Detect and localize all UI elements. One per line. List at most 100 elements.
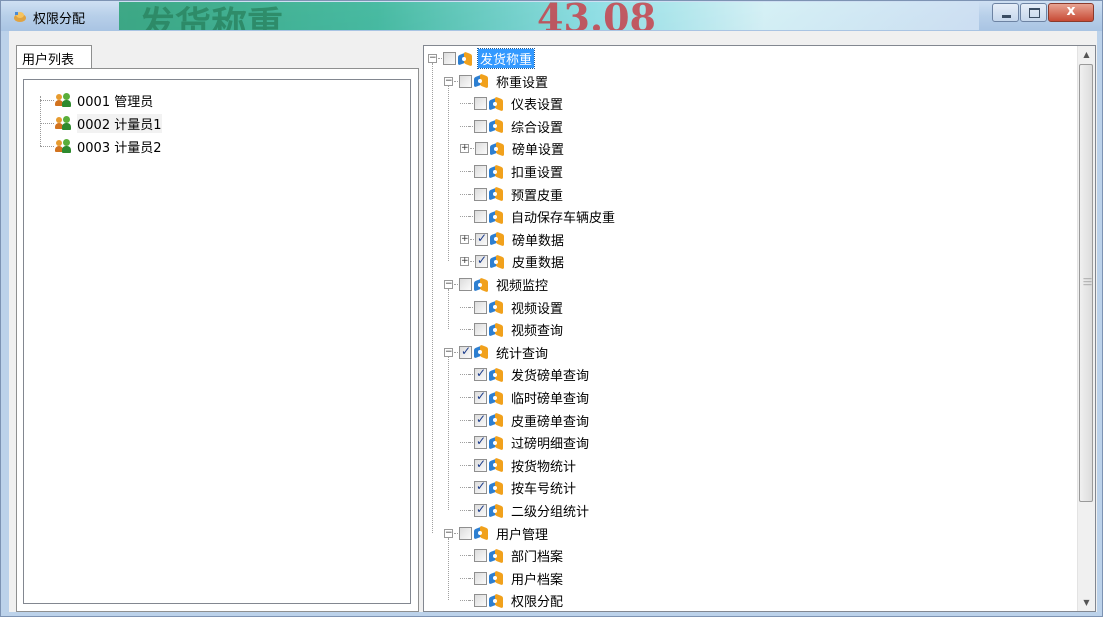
tree-node[interactable]: − 发货称重 <box>428 48 536 69</box>
permission-checkbox[interactable] <box>474 323 487 337</box>
permission-checkbox[interactable] <box>443 52 456 65</box>
user-item-label: 0001 管理员 <box>77 94 154 110</box>
module-icon <box>489 457 503 473</box>
permission-checkbox[interactable] <box>474 97 487 111</box>
collapse-icon[interactable]: − <box>444 347 453 357</box>
permission-checkbox[interactable] <box>459 278 472 291</box>
scroll-thumb[interactable]: — — — <box>1079 64 1093 502</box>
tree-line <box>470 261 474 263</box>
tree-node[interactable]: 自动保存车辆皮重 <box>460 206 617 227</box>
tree-node[interactable]: 视频设置 <box>460 297 565 318</box>
tree-node[interactable]: 扣重设置 <box>460 161 565 182</box>
tab-user-list[interactable]: 用户列表 <box>16 45 92 69</box>
expand-icon[interactable]: + <box>460 257 469 267</box>
module-icon <box>474 525 488 541</box>
permission-checkbox[interactable] <box>474 300 487 314</box>
tree-node[interactable]: + 磅单数据 <box>460 229 566 250</box>
tree-node[interactable]: + 皮重数据 <box>460 251 566 272</box>
permission-checkbox[interactable] <box>474 389 487 404</box>
tree-node[interactable]: 用户档案 <box>460 568 565 589</box>
user-tree[interactable]: 0001 管理员 0002 计量员1 0003 计量员2 <box>23 79 411 604</box>
expand-icon[interactable]: + <box>460 144 469 154</box>
collapse-icon[interactable]: − <box>444 76 453 86</box>
title-bar[interactable]: 发货称重 43.08 权限分配 x <box>1 1 1102 31</box>
tree-node[interactable]: 仪表设置 <box>460 93 565 114</box>
tree-line <box>460 193 469 195</box>
tree-node-label: 仪表设置 <box>511 98 564 114</box>
permission-checkbox[interactable] <box>475 142 488 156</box>
tree-line <box>40 145 54 147</box>
banner-right-text: 43.08 <box>537 2 656 30</box>
permission-checkbox[interactable] <box>474 594 487 608</box>
scroll-down-icon[interactable]: ▼ <box>1078 594 1095 611</box>
client-area: 用户列表 0001 管理员 0002 计量员1 0003 计量员2 − 发货称重 − 称重… <box>9 31 1097 612</box>
tree-node[interactable]: 综合设置 <box>460 116 565 137</box>
vertical-scrollbar[interactable]: ▲ — — — ▼ <box>1077 46 1095 611</box>
tree-node[interactable]: 权限分配 <box>460 590 565 611</box>
scroll-up-icon[interactable]: ▲ <box>1078 46 1095 63</box>
tree-node[interactable]: 按车号统计 <box>460 477 578 498</box>
tree-line <box>432 63 433 533</box>
user-item[interactable]: 0002 计量员1 <box>40 113 162 133</box>
user-panel: 用户列表 0001 管理员 0002 计量员1 0003 计量员2 <box>16 45 419 612</box>
permission-checkbox[interactable] <box>474 412 487 427</box>
permission-checkbox[interactable] <box>459 74 472 88</box>
permission-checkbox[interactable] <box>474 502 487 517</box>
tree-line <box>469 419 473 421</box>
tree-line <box>454 351 458 353</box>
permission-checkbox[interactable] <box>474 187 487 201</box>
permission-checkbox[interactable] <box>459 526 472 540</box>
permission-checkbox[interactable] <box>474 119 487 133</box>
tree-node[interactable]: 预置皮重 <box>460 184 565 205</box>
collapse-icon[interactable]: − <box>444 528 453 538</box>
tree-node[interactable]: 视频查询 <box>460 319 565 340</box>
tree-node[interactable]: 发货磅单查询 <box>460 364 591 385</box>
close-button[interactable]: x <box>1048 3 1094 22</box>
user-item[interactable]: 0001 管理员 <box>40 90 153 110</box>
module-icon <box>474 73 488 89</box>
tree-node-label: 按货物统计 <box>511 459 577 475</box>
permission-checkbox[interactable] <box>475 231 488 246</box>
tree-node-label: 磅单数据 <box>512 233 565 249</box>
permission-checkbox[interactable] <box>474 571 487 585</box>
tree-line <box>469 510 473 511</box>
permission-checkbox[interactable] <box>474 549 487 563</box>
permission-checkbox[interactable] <box>459 344 472 359</box>
tree-node[interactable]: + 磅单设置 <box>460 138 566 159</box>
tree-line <box>460 555 469 557</box>
tree-node-label: 综合设置 <box>511 120 564 136</box>
module-icon <box>489 435 503 451</box>
tree-node-label: 视频设置 <box>511 301 564 317</box>
permission-checkbox[interactable] <box>474 479 487 495</box>
tree-node[interactable]: − 统计查询 <box>444 342 550 363</box>
tree-node[interactable]: − 称重设置 <box>444 71 550 92</box>
maximize-button[interactable] <box>1020 3 1047 22</box>
tree-node[interactable]: 过磅明细查询 <box>460 432 591 453</box>
tree-line <box>460 510 469 511</box>
permission-checkbox[interactable] <box>474 366 487 382</box>
permission-checkbox[interactable] <box>474 434 487 450</box>
user-item[interactable]: 0003 计量员2 <box>40 136 162 156</box>
minimize-button[interactable] <box>992 3 1019 22</box>
tree-node[interactable]: − 视频监控 <box>444 274 550 295</box>
module-icon <box>489 593 503 609</box>
permission-checkbox[interactable] <box>475 253 488 269</box>
tree-node[interactable]: 临时磅单查询 <box>460 387 591 408</box>
tree-node[interactable]: 二级分组统计 <box>460 500 591 521</box>
collapse-icon[interactable]: − <box>428 54 437 63</box>
permission-tree[interactable]: − 发货称重 − 称重设置 仪表设置 综合设置 + 磅单设置 扣重设置 预置皮重 自动保存车辆皮重 +… <box>423 45 1096 612</box>
tree-line <box>469 125 473 127</box>
tree-node-label: 磅单设置 <box>512 143 565 159</box>
tree-node[interactable]: 部门档案 <box>460 545 565 566</box>
expand-icon[interactable]: + <box>460 234 469 244</box>
collapse-icon[interactable]: − <box>444 280 453 289</box>
permission-checkbox[interactable] <box>474 210 487 224</box>
tree-line <box>40 99 54 101</box>
module-icon <box>489 164 503 179</box>
permission-checkbox[interactable] <box>474 457 487 472</box>
tree-node[interactable]: 按货物统计 <box>460 455 578 476</box>
tree-node[interactable]: 皮重磅单查询 <box>460 410 591 431</box>
permission-checkbox[interactable] <box>474 165 487 178</box>
tree-node-label: 部门档案 <box>511 550 564 566</box>
tree-node[interactable]: − 用户管理 <box>444 523 550 544</box>
